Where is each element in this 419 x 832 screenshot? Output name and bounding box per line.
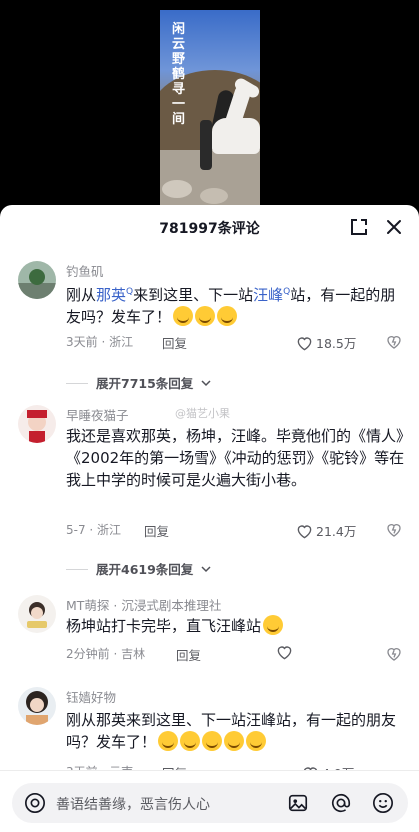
heart-icon bbox=[297, 337, 312, 351]
expand-replies-button[interactable]: 展开7715条回复 bbox=[66, 373, 211, 392]
username[interactable]: 钓鱼矶 bbox=[66, 261, 104, 280]
chevron-down-icon bbox=[201, 380, 211, 387]
sheet-header: 781997条评论 bbox=[0, 205, 419, 249]
avatar[interactable] bbox=[18, 595, 56, 633]
chevron-down-icon bbox=[201, 566, 211, 573]
expand-icon[interactable] bbox=[349, 217, 369, 237]
image-icon[interactable] bbox=[287, 792, 309, 818]
input-placeholder: 善语结善缘，恶言伤人心 bbox=[56, 797, 210, 813]
like-count: 21.4万 bbox=[316, 524, 357, 539]
video-area[interactable]: 闲云野鹤寻一间 bbox=[0, 0, 419, 210]
comment-sheet: 781997条评论 钓鱼矶 刚从那英Q来到这里、下一站汪峰Q站，有一起的朋友吗？… bbox=[0, 205, 419, 832]
video-thumbnail[interactable]: 闲云野鹤寻一间 bbox=[160, 10, 260, 210]
emoji-icon bbox=[217, 306, 238, 326]
comment-input[interactable]: 善语结善缘，恶言伤人心 bbox=[12, 783, 408, 823]
avatar[interactable] bbox=[18, 687, 56, 725]
time-location: 5-7 · 浙江 bbox=[66, 523, 122, 537]
search-link[interactable]: 那英 bbox=[96, 286, 126, 304]
username[interactable]: MT萌探 · 沉浸式剧本推理社 bbox=[66, 595, 221, 614]
avatar[interactable] bbox=[18, 405, 56, 443]
close-icon[interactable] bbox=[384, 217, 404, 237]
emoji-icon bbox=[224, 731, 245, 751]
like-button[interactable]: 21.4万 bbox=[296, 521, 356, 540]
username[interactable]: 早睡夜猫子 bbox=[66, 405, 129, 424]
avatar[interactable] bbox=[18, 261, 56, 299]
heart-icon bbox=[277, 646, 292, 660]
reply-button[interactable]: 回复 bbox=[176, 645, 201, 664]
time-location: 3天前 · 浙江 bbox=[66, 335, 134, 349]
emoji-icon bbox=[263, 615, 284, 635]
comment-meta: 5-7 · 浙江 回复 bbox=[66, 521, 169, 539]
search-link[interactable]: 汪峰 bbox=[253, 286, 283, 304]
dislike-icon[interactable] bbox=[386, 522, 402, 538]
comment-text: 我还是喜欢那英，杨坤，汪峰。毕竟他们的《情人》《2002年的第一场雪》《冲动的惩… bbox=[66, 427, 405, 489]
like-button[interactable] bbox=[276, 645, 296, 660]
emoji-icon bbox=[202, 731, 223, 751]
time-location: 2分钟前 · 吉林 bbox=[66, 647, 146, 661]
at-icon[interactable] bbox=[330, 792, 352, 818]
watermark: @猫艺小果 bbox=[175, 407, 230, 420]
reply-button[interactable]: 回复 bbox=[162, 333, 187, 352]
username[interactable]: 钰嫱好物 bbox=[66, 687, 116, 706]
comment-text: 刚从那英Q来到这里、下一站汪峰Q站，有一起的朋友吗？发车了！ bbox=[66, 286, 396, 326]
comment-text: 杨坤站打卡完毕，直飞汪峰站 bbox=[66, 615, 406, 637]
like-count: 18.5万 bbox=[316, 336, 357, 351]
like-button[interactable]: 18.5万 bbox=[296, 333, 356, 352]
emoji-icon[interactable] bbox=[372, 792, 394, 818]
emoji-icon bbox=[158, 731, 179, 751]
emoji-icon bbox=[246, 731, 267, 751]
heart-icon bbox=[297, 525, 312, 539]
comment-meta: 3天前 · 浙江 回复 bbox=[66, 333, 187, 351]
video-overlay-text: 闲云野鹤寻一间 bbox=[172, 22, 186, 127]
comment-meta: 2分钟前 · 吉林 回复 bbox=[66, 645, 201, 663]
comment-text: 刚从那英来到这里、下一站汪峰站，有一起的朋友吗？发车了！ bbox=[66, 711, 397, 751]
camera-icon[interactable] bbox=[24, 792, 46, 818]
emoji-icon bbox=[173, 306, 194, 326]
emoji-icon bbox=[195, 306, 216, 326]
emoji-icon bbox=[180, 731, 201, 751]
dislike-icon[interactable] bbox=[386, 646, 402, 662]
reply-button[interactable]: 回复 bbox=[144, 521, 169, 540]
dislike-icon[interactable] bbox=[386, 334, 402, 350]
expand-replies-button[interactable]: 展开4619条回复 bbox=[66, 559, 211, 578]
comment-input-bar: 善语结善缘，恶言伤人心 bbox=[0, 770, 419, 832]
